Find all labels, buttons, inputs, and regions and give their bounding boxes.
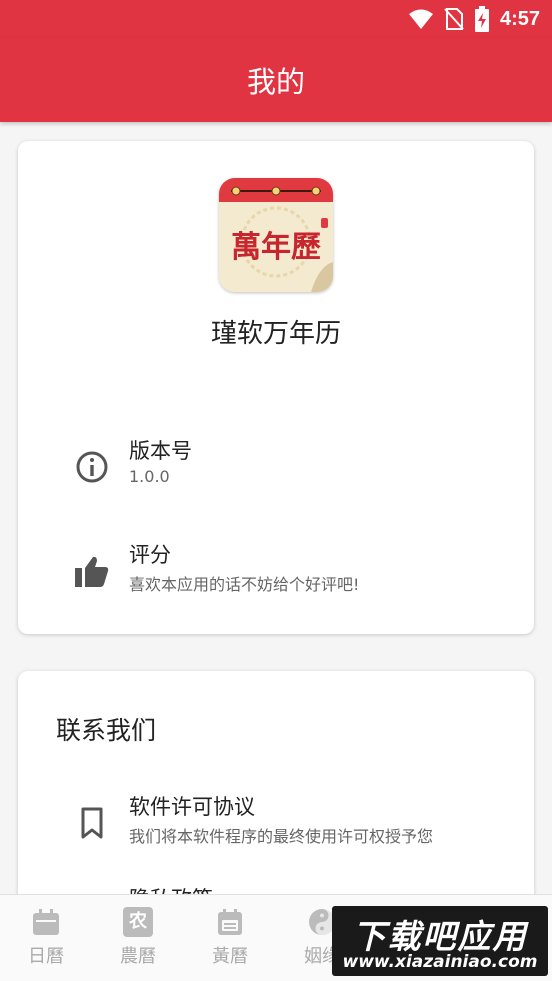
app-logo: 萬年歷: [219, 178, 333, 292]
rating-row[interactable]: 评分 喜欢本应用的话不妨给个好评吧!: [18, 539, 534, 629]
lunar-icon: 农: [123, 907, 153, 937]
license-title: 软件许可协议: [129, 795, 255, 819]
nav-item-lunar[interactable]: 农 農曆: [92, 895, 184, 981]
thumbs-up-icon: [75, 556, 109, 587]
version-title: 版本号: [129, 439, 192, 463]
contact-card: 联系我们 软件许可协议 我们将本软件程序的最终使用许可权授予您 隐私政策: [18, 671, 534, 931]
status-time: 4:57: [499, 7, 540, 30]
watermark-title: 下载吧应用: [352, 917, 528, 956]
logo-text: 萬年歷: [231, 230, 321, 265]
status-bar: 4:57: [0, 0, 552, 38]
contact-section-title: 联系我们: [56, 716, 157, 745]
page-title: 我的: [246, 65, 305, 99]
wifi-icon: [408, 9, 433, 29]
app-name: 瑾软万年历: [210, 319, 341, 349]
rating-title: 评分: [129, 543, 171, 567]
watermark: 下载吧应用 www.xiazainiao.com: [332, 906, 548, 976]
about-card: 萬年歷 瑾软万年历 版本号 1.0.0 评分 喜欢本应用的话不妨给个好评吧!: [18, 141, 534, 634]
rating-subtitle: 喜欢本应用的话不妨给个好评吧!: [129, 575, 360, 594]
license-subtitle: 我们将本软件程序的最终使用许可权授予您: [129, 827, 434, 846]
version-row[interactable]: 版本号 1.0.0: [18, 435, 534, 525]
battery-charging-icon: [474, 6, 489, 32]
calendar-icon: [33, 909, 59, 935]
bookmark-icon: [81, 807, 103, 839]
nav-label-calendar: 日曆: [28, 946, 64, 967]
license-row[interactable]: 软件许可协议 我们将本软件程序的最终使用许可权授予您: [18, 791, 534, 881]
nav-label-lunar: 農曆: [120, 946, 156, 967]
nav-item-calendar[interactable]: 日曆: [0, 895, 92, 981]
watermark-url: www.xiazainiao.com: [342, 952, 538, 972]
status-icons: 4:57: [408, 6, 540, 32]
app-bar: 我的: [0, 38, 552, 122]
info-icon: [76, 451, 108, 483]
almanac-icon: [218, 909, 242, 935]
nav-label-almanac: 黃曆: [212, 946, 248, 967]
no-sim-icon: [444, 8, 464, 30]
version-value: 1.0.0: [129, 467, 170, 486]
nav-item-almanac[interactable]: 黃曆: [184, 895, 276, 981]
